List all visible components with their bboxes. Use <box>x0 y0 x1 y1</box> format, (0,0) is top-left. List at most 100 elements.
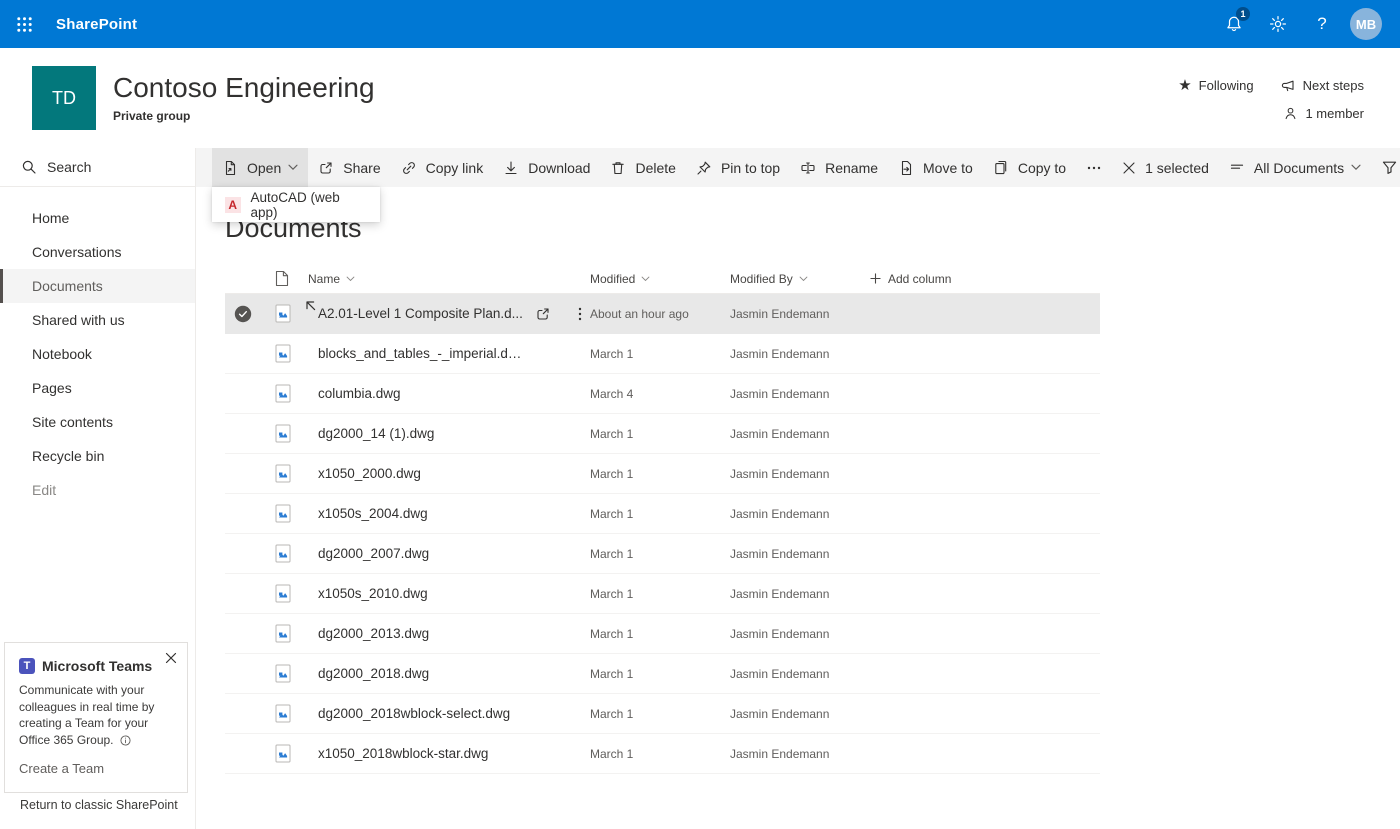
clear-selection-button[interactable]: 1 selected <box>1112 148 1219 187</box>
file-name[interactable]: x1050s_2004.dwg <box>318 506 428 521</box>
table-row[interactable]: dg2000_2018.dwg March 1 Jasmin Endemann <box>225 654 1100 694</box>
return-classic-link[interactable]: Return to classic SharePoint <box>20 798 178 812</box>
add-column-button[interactable]: Add column <box>870 272 1100 286</box>
file-name[interactable]: blocks_and_tables_-_imperial.dwg <box>318 346 523 361</box>
sidebar-item-notebook[interactable]: Notebook <box>0 337 195 371</box>
settings-button[interactable] <box>1256 0 1300 48</box>
column-header-modified-by[interactable]: Modified By <box>730 272 870 286</box>
sidebar-item-recycle-bin[interactable]: Recycle bin <box>0 439 195 473</box>
search-icon <box>21 159 37 175</box>
file-name[interactable]: dg2000_2018.dwg <box>318 666 429 681</box>
menu-item-autocad-web-app[interactable]: A AutoCAD (web app) <box>212 187 380 222</box>
selected-check-icon[interactable] <box>234 305 252 323</box>
create-team-link[interactable]: Create a Team <box>19 761 104 776</box>
view-selector-button[interactable]: All Documents <box>1219 148 1371 187</box>
table-row[interactable]: x1050s_2004.dwg March 1 Jasmin Endemann <box>225 494 1100 534</box>
search-input[interactable]: Search <box>0 148 195 187</box>
modified-cell: March 1 <box>590 667 730 681</box>
modified-by-cell: Jasmin Endemann <box>730 627 870 641</box>
site-logo[interactable]: TD <box>32 66 96 130</box>
delete-button[interactable]: Delete <box>600 148 685 187</box>
move-to-icon <box>898 160 914 176</box>
modified-cell: About an hour ago <box>590 307 730 321</box>
sharepoint-brand[interactable]: SharePoint <box>56 16 137 33</box>
file-name[interactable]: x1050s_2010.dwg <box>318 586 428 601</box>
table-row[interactable]: dg2000_2007.dwg March 1 Jasmin Endemann <box>225 534 1100 574</box>
column-header-file-type[interactable] <box>261 270 308 287</box>
autocad-icon: A <box>225 197 241 213</box>
modified-by-cell: Jasmin Endemann <box>730 467 870 481</box>
help-button[interactable]: ? <box>1300 0 1344 48</box>
sidebar-item-documents[interactable]: Documents <box>0 269 195 303</box>
teams-icon: T <box>19 658 35 674</box>
dwg-file-icon <box>275 544 291 563</box>
modified-cell: March 1 <box>590 347 730 361</box>
table-row[interactable]: x1050s_2010.dwg March 1 Jasmin Endemann <box>225 574 1100 614</box>
sidebar-item-edit[interactable]: Edit <box>0 473 195 507</box>
sidebar-item-conversations[interactable]: Conversations <box>0 235 195 269</box>
modified-cell: March 1 <box>590 507 730 521</box>
table-row[interactable]: A2.01-Level 1 Composite Plan.d... About … <box>225 294 1100 334</box>
file-name[interactable]: columbia.dwg <box>318 386 401 401</box>
modified-by-cell: Jasmin Endemann <box>730 427 870 441</box>
dwg-file-icon <box>275 664 291 683</box>
dwg-file-icon <box>275 344 291 363</box>
chevron-down-icon <box>799 276 808 282</box>
file-name[interactable]: dg2000_2007.dwg <box>318 546 429 561</box>
app-launcher-icon[interactable] <box>0 0 48 48</box>
more-actions-icon[interactable] <box>573 306 587 322</box>
sidebar-item-shared-with-us[interactable]: Shared with us <box>0 303 195 337</box>
download-button[interactable]: Download <box>493 148 600 187</box>
dwg-file-icon <box>275 464 291 483</box>
modified-by-cell: Jasmin Endemann <box>730 747 870 761</box>
sidebar-item-site-contents[interactable]: Site contents <box>0 405 195 439</box>
share-button[interactable]: Share <box>308 148 390 187</box>
column-header-modified[interactable]: Modified <box>590 272 730 286</box>
table-row[interactable]: x1050_2018wblock-star.dwg March 1 Jasmin… <box>225 734 1100 774</box>
table-row[interactable]: dg2000_2013.dwg March 1 Jasmin Endemann <box>225 614 1100 654</box>
filter-button[interactable] <box>1371 148 1400 187</box>
file-name[interactable]: x1050_2018wblock-star.dwg <box>318 746 488 761</box>
table-row[interactable]: columbia.dwg March 4 Jasmin Endemann <box>225 374 1100 414</box>
table-row[interactable]: dg2000_14 (1).dwg March 1 Jasmin Endeman… <box>225 414 1100 454</box>
copy-to-button[interactable]: Copy to <box>983 148 1076 187</box>
sidebar-item-home[interactable]: Home <box>0 201 195 235</box>
notification-badge: 1 <box>1236 7 1250 21</box>
sidebar-item-pages[interactable]: Pages <box>0 371 195 405</box>
file-name[interactable]: A2.01-Level 1 Composite Plan.d... <box>318 306 523 321</box>
dwg-file-icon <box>275 504 291 523</box>
ellipsis-icon <box>1086 160 1102 176</box>
next-steps-button[interactable]: Next steps <box>1280 78 1364 94</box>
members-button[interactable]: 1 member <box>1283 106 1364 121</box>
pin-to-top-button[interactable]: Pin to top <box>686 148 790 187</box>
file-icon <box>275 270 289 287</box>
more-commands-button[interactable] <box>1076 148 1112 187</box>
share-icon[interactable] <box>535 306 551 322</box>
rename-button[interactable]: Rename <box>790 148 888 187</box>
teams-promo-title: Microsoft Teams <box>42 658 152 674</box>
pin-icon <box>696 160 712 176</box>
move-to-button[interactable]: Move to <box>888 148 983 187</box>
account-avatar[interactable]: MB <box>1350 8 1382 40</box>
close-icon[interactable] <box>165 652 177 664</box>
dwg-file-icon <box>275 424 291 443</box>
copy-link-button[interactable]: Copy link <box>391 148 494 187</box>
column-header-name[interactable]: Name <box>308 272 590 286</box>
info-icon[interactable] <box>120 735 131 746</box>
dwg-file-icon <box>275 744 291 763</box>
site-privacy-label: Private group <box>113 109 375 123</box>
modified-cell: March 1 <box>590 547 730 561</box>
file-name[interactable]: dg2000_2013.dwg <box>318 626 429 641</box>
notifications-button[interactable]: 1 <box>1212 0 1256 48</box>
table-row[interactable]: x1050_2000.dwg March 1 Jasmin Endemann <box>225 454 1100 494</box>
table-row[interactable]: dg2000_2018wblock-select.dwg March 1 Jas… <box>225 694 1100 734</box>
file-name[interactable]: dg2000_2018wblock-select.dwg <box>318 706 510 721</box>
table-row[interactable]: blocks_and_tables_-_imperial.dwg March 1… <box>225 334 1100 374</box>
file-name[interactable]: x1050_2000.dwg <box>318 466 421 481</box>
open-button[interactable]: Open <box>212 148 308 187</box>
filter-icon <box>1381 159 1398 176</box>
file-name[interactable]: dg2000_14 (1).dwg <box>318 426 434 441</box>
dwg-file-icon <box>275 584 291 603</box>
modified-by-cell: Jasmin Endemann <box>730 547 870 561</box>
following-button[interactable]: ★ Following <box>1178 78 1253 94</box>
